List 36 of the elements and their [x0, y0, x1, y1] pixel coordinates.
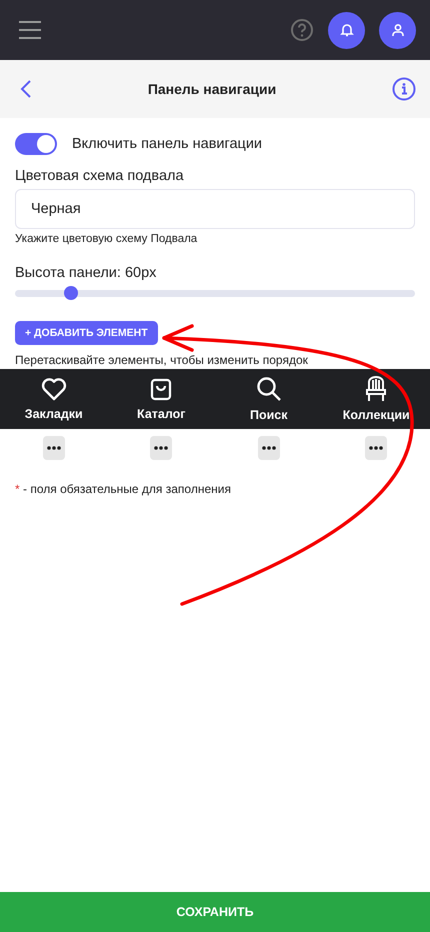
- field-hint: Укажите цветовую схему Подвала: [15, 233, 198, 245]
- help-icon[interactable]: [290, 18, 314, 42]
- select-field[interactable]: Черная: [15, 189, 415, 229]
- slider-thumb[interactable]: [64, 286, 78, 300]
- back-icon[interactable]: [20, 79, 32, 99]
- profile-button[interactable]: [379, 12, 416, 48]
- more-icon: [46, 446, 61, 450]
- toggle-label: Включить панель навигации: [72, 136, 262, 152]
- more-icon: [154, 446, 168, 450]
- add-element-button[interactable]: + ДОБАВИТЬ ЭЛЕМЕНТ: [15, 321, 158, 345]
- bag-icon: [150, 377, 172, 401]
- nav-label: Закладки: [24, 407, 83, 421]
- more-icon: [262, 446, 276, 450]
- bell-icon: [340, 23, 354, 37]
- search-icon: [256, 376, 282, 402]
- more-button[interactable]: [365, 436, 388, 460]
- more-button[interactable]: [150, 436, 172, 460]
- more-button[interactable]: [258, 436, 280, 460]
- nav-label: Поиск: [250, 408, 288, 422]
- chair-icon: [365, 376, 388, 402]
- slider-label: Высота панели: 60px: [15, 265, 158, 281]
- more-button[interactable]: [42, 436, 65, 460]
- notifications-button[interactable]: [328, 12, 365, 48]
- info-icon[interactable]: [392, 77, 416, 101]
- user-icon: [390, 23, 404, 37]
- save-button[interactable]: СОХРАНИТЬ: [0, 892, 430, 932]
- required-note: * - поля обязательные для заполнения: [15, 482, 232, 496]
- nav-label: Каталог: [137, 407, 186, 421]
- menu-icon[interactable]: [18, 21, 42, 39]
- toggle-switch[interactable]: [15, 133, 57, 155]
- more-icon: [369, 446, 384, 450]
- drag-hint: Перетаскивайте элементы, чтобы изменить порядок: [15, 353, 309, 367]
- page-title: Панель навигации: [146, 81, 278, 97]
- heart-icon: [40, 377, 67, 401]
- field-label: Цветовая схема подвала: [15, 168, 185, 184]
- nav-label: Коллекции: [342, 408, 410, 422]
